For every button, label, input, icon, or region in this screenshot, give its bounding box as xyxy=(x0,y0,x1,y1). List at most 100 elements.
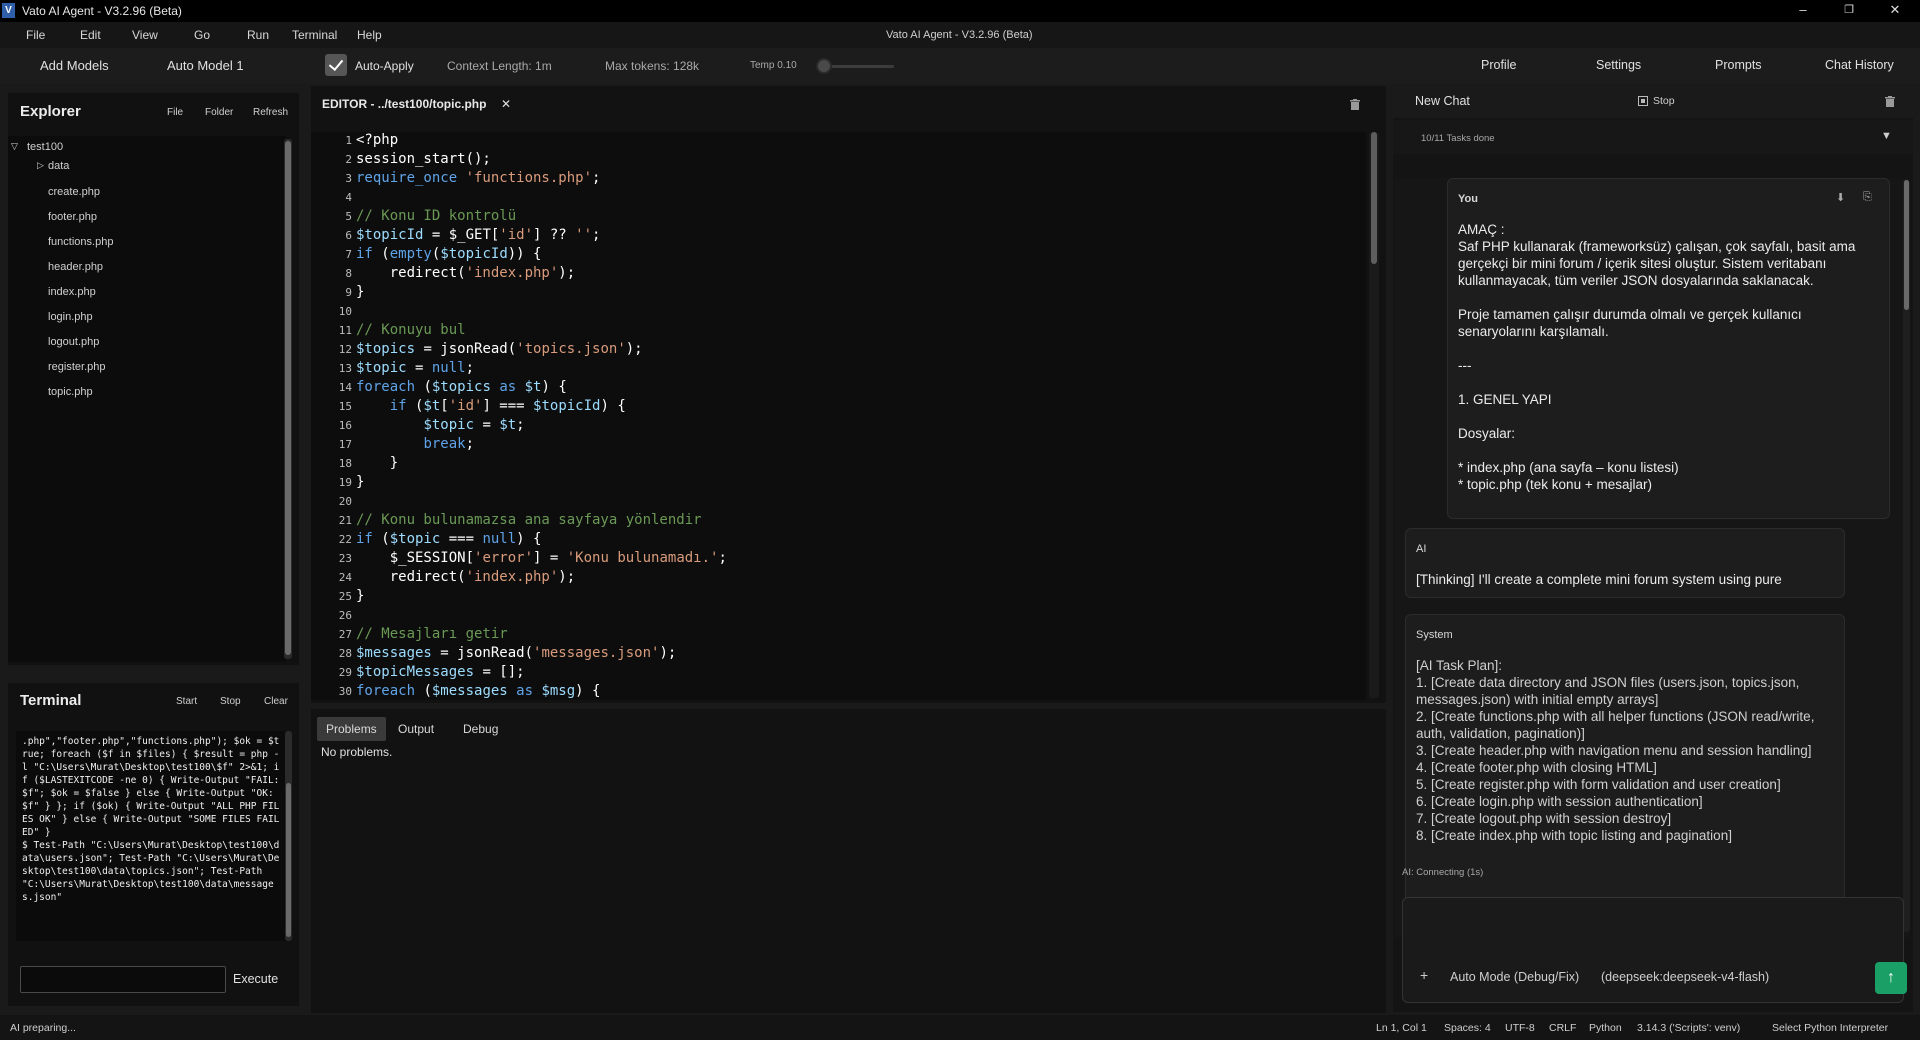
close-window-button[interactable]: ✕ xyxy=(1872,0,1918,22)
language-mode[interactable]: Python xyxy=(1589,1022,1622,1034)
python-version[interactable]: 3.14.3 ('Scripts': venv) xyxy=(1637,1022,1740,1034)
code-area[interactable]: 1 <?php 2 session_start(); 3 require_once 'fu… xyxy=(311,132,1366,700)
new-chat-button[interactable]: New Chat xyxy=(1415,94,1470,108)
code-line[interactable]: 6 $topicId = $_GET['id'] ?? ''; xyxy=(311,227,1366,246)
code-line[interactable]: 18 } xyxy=(311,455,1366,474)
tree-file[interactable]: footer.php xyxy=(48,211,97,223)
tree-file[interactable]: header.php xyxy=(48,261,103,273)
code-line[interactable]: 27 // Mesajları getir xyxy=(311,626,1366,645)
code-line[interactable]: 15 if ($t['id'] === $topicId) { xyxy=(311,398,1366,417)
code-line[interactable]: 1 <?php xyxy=(311,132,1366,151)
add-models-button[interactable]: Add Models xyxy=(40,58,109,73)
context-length-select[interactable]: Context Length: 1m xyxy=(447,59,552,73)
tasks-bar[interactable]: 10/11 Tasks done ▼ xyxy=(1393,120,1913,154)
send-button[interactable]: ↑ xyxy=(1875,962,1907,994)
code-line[interactable]: 2 session_start(); xyxy=(311,151,1366,170)
code-line[interactable]: 10 xyxy=(311,303,1366,322)
code-line[interactable]: 9} xyxy=(311,284,1366,303)
chat-scrollbar[interactable] xyxy=(1903,180,1910,932)
execute-button[interactable]: Execute xyxy=(233,972,278,986)
mode-select[interactable]: Auto Mode (Debug/Fix) xyxy=(1450,970,1579,984)
scrollbar-thumb[interactable] xyxy=(1904,180,1909,310)
refresh-button[interactable]: Refresh xyxy=(253,107,288,118)
chevron-down-icon[interactable]: ▽ xyxy=(11,141,18,152)
chat-history-button[interactable]: Chat History xyxy=(1825,58,1894,72)
menu-run[interactable]: Run xyxy=(247,28,269,42)
download-icon[interactable]: ⬇ xyxy=(1836,191,1845,204)
attach-plus-button[interactable]: + xyxy=(1420,967,1428,983)
maximize-button[interactable]: ❐ xyxy=(1826,0,1872,22)
indent-setting[interactable]: Spaces: 4 xyxy=(1444,1022,1491,1034)
code-line[interactable]: 7 if (empty($topicId)) { xyxy=(311,246,1366,265)
stop-button[interactable]: Stop xyxy=(1653,95,1675,107)
tree-file[interactable]: index.php xyxy=(48,286,96,298)
editor-tab-label[interactable]: EDITOR - ../test100/topic.php xyxy=(322,97,486,111)
scrollbar-thumb[interactable] xyxy=(285,141,291,655)
code-line[interactable]: 3 require_once 'functions.php'; xyxy=(311,170,1366,189)
terminal-stop-button[interactable]: Stop xyxy=(220,696,241,707)
menu-help[interactable]: Help xyxy=(357,28,382,42)
terminal-input[interactable] xyxy=(20,966,226,993)
chevron-right-icon[interactable]: ▷ xyxy=(37,160,44,171)
code-line[interactable]: 21 // Konu bulunamazsa ana sayfaya yönlen… xyxy=(311,512,1366,531)
tree-file[interactable]: create.php xyxy=(48,186,100,198)
code-line[interactable]: 26 xyxy=(311,607,1366,626)
terminal-scrollbar[interactable] xyxy=(285,731,292,941)
max-tokens-select[interactable]: Max tokens: 128k xyxy=(605,59,699,73)
code-line[interactable]: 13 $topic = null; xyxy=(311,360,1366,379)
code-line[interactable]: 11 // Konuyu bul xyxy=(311,322,1366,341)
encoding-setting[interactable]: UTF-8 xyxy=(1505,1022,1535,1034)
code-line[interactable]: 17 break; xyxy=(311,436,1366,455)
code-line[interactable]: 12 $topics = jsonRead('topics.json'); xyxy=(311,341,1366,360)
chat-input[interactable] xyxy=(1407,902,1899,962)
menu-file[interactable]: File xyxy=(26,28,45,42)
code-line[interactable]: 29 $topicMessages = []; xyxy=(311,664,1366,683)
tree-folder-data[interactable]: data xyxy=(48,160,69,172)
code-line[interactable]: 16 $topic = $t; xyxy=(311,417,1366,436)
trash-icon[interactable] xyxy=(1885,96,1895,107)
code-line[interactable]: 14 foreach ($topics as $t) { xyxy=(311,379,1366,398)
tree-file[interactable]: functions.php xyxy=(48,236,113,248)
minimize-button[interactable]: – xyxy=(1780,0,1826,22)
code-line[interactable]: 23 $_SESSION['error'] = 'Konu bulunamadı… xyxy=(311,550,1366,569)
tree-file[interactable]: register.php xyxy=(48,361,105,373)
code-line[interactable]: 24 redirect('index.php'); xyxy=(311,569,1366,588)
code-line[interactable]: 25} xyxy=(311,588,1366,607)
code-line[interactable]: 4 xyxy=(311,189,1366,208)
scrollbar-thumb[interactable] xyxy=(286,783,291,937)
settings-button[interactable]: Settings xyxy=(1596,58,1641,72)
select-interpreter-button[interactable]: Select Python Interpreter xyxy=(1772,1022,1888,1034)
menu-go[interactable]: Go xyxy=(194,28,210,42)
auto-apply-checkbox[interactable] xyxy=(325,54,347,76)
code-line[interactable]: 28 $messages = jsonRead('messages.json'); xyxy=(311,645,1366,664)
menu-terminal[interactable]: Terminal xyxy=(292,28,337,42)
code-line[interactable]: 30 foreach ($messages as $msg) { xyxy=(311,683,1366,700)
chevron-down-icon[interactable]: ▼ xyxy=(1881,130,1892,142)
editor-scrollbar[interactable] xyxy=(1369,132,1379,698)
tab-output[interactable]: Output xyxy=(389,717,443,741)
tab-problems[interactable]: Problems xyxy=(317,717,386,741)
code-line[interactable]: 22 if ($topic === null) { xyxy=(311,531,1366,550)
profile-button[interactable]: Profile xyxy=(1481,58,1516,72)
code-line[interactable]: 8 redirect('index.php'); xyxy=(311,265,1366,284)
close-tab-icon[interactable]: ✕ xyxy=(501,97,511,111)
trash-icon[interactable] xyxy=(1350,99,1360,110)
code-line[interactable]: 20 xyxy=(311,493,1366,512)
tree-file[interactable]: topic.php xyxy=(48,386,93,398)
explorer-scrollbar[interactable] xyxy=(284,139,292,659)
model-select[interactable]: Auto Model 1 xyxy=(167,58,244,73)
menu-view[interactable]: View xyxy=(132,28,158,42)
tree-root-folder[interactable]: test100 xyxy=(27,141,63,153)
copy-icon[interactable]: ⎘ xyxy=(1863,191,1872,204)
terminal-start-button[interactable]: Start xyxy=(176,696,197,707)
new-file-button[interactable]: File xyxy=(167,107,183,118)
stop-icon[interactable] xyxy=(1638,96,1648,106)
temp-slider-thumb[interactable] xyxy=(815,58,832,74)
new-folder-button[interactable]: Folder xyxy=(205,107,233,118)
code-line[interactable]: 5 // Konu ID kontrolü xyxy=(311,208,1366,227)
prompts-button[interactable]: Prompts xyxy=(1715,58,1762,72)
code-line[interactable]: 19} xyxy=(311,474,1366,493)
tree-file[interactable]: logout.php xyxy=(48,336,99,348)
terminal-clear-button[interactable]: Clear xyxy=(264,696,288,707)
scrollbar-thumb[interactable] xyxy=(1371,132,1377,264)
